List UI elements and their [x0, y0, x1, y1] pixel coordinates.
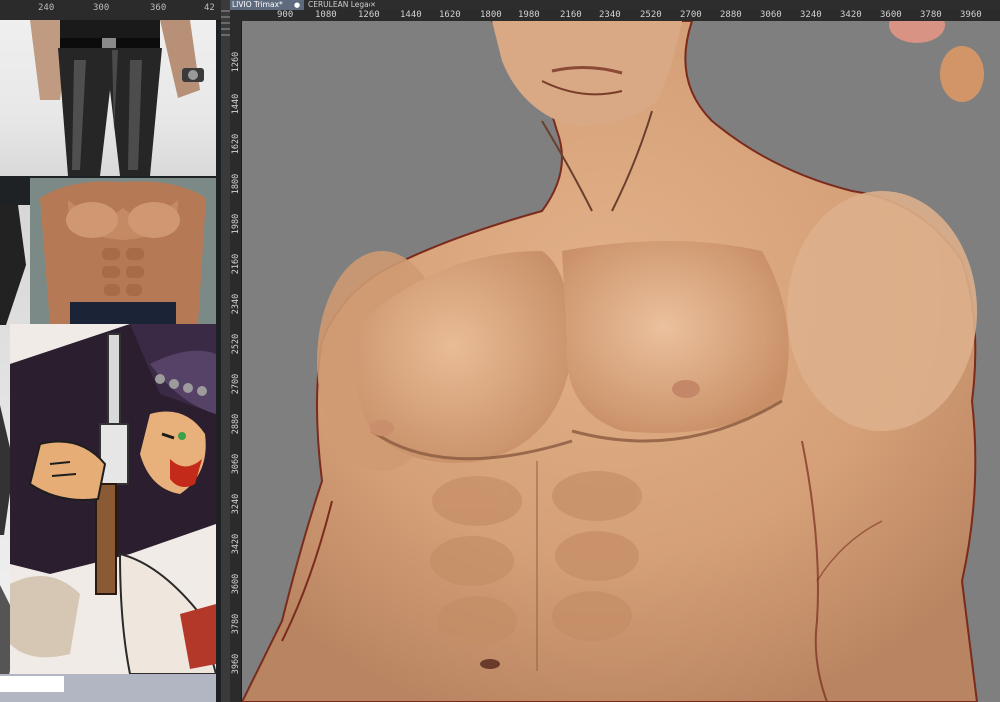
ruler-label: 3060	[231, 453, 241, 475]
ruler-label: 3780	[920, 10, 942, 20]
ruler-label: 42	[204, 3, 215, 13]
ruler-label: 2880	[720, 10, 742, 20]
splitter-grip	[221, 16, 230, 18]
tab-label: LIVIO Trimax*	[232, 0, 283, 9]
ruler-label: 2520	[640, 10, 662, 20]
ruler-label: 3600	[880, 10, 902, 20]
ruler-label: 2340	[231, 293, 241, 315]
vertical-ruler: 1260 1440 1620 1800 1980 2160 2340 2520 …	[230, 21, 242, 702]
tab-cerulean-legacy[interactable]: CERULEAN Legacy ✕	[306, 0, 382, 10]
ruler-label: 1260	[358, 10, 380, 20]
ruler-label: 1980	[231, 213, 241, 235]
illustration-torso	[242, 21, 984, 702]
color-swatch[interactable]	[889, 21, 945, 43]
ruler-label: 1800	[480, 10, 502, 20]
ruler-label: 1440	[231, 93, 241, 115]
ruler-label: 240	[38, 3, 55, 13]
ruler-label: 1080	[315, 10, 337, 20]
ruler-label: 2160	[560, 10, 582, 20]
reference-image-anime[interactable]	[10, 324, 216, 674]
reference-ruler: 240 300 360 42	[0, 0, 222, 21]
ruler-label: 2700	[680, 10, 702, 20]
tab-label: CERULEAN Legacy	[308, 0, 370, 9]
ruler-label: 3240	[231, 493, 241, 515]
filled-dot-icon: ●	[294, 1, 301, 9]
ruler-label: 3960	[231, 653, 241, 675]
ruler-label: 2700	[231, 373, 241, 395]
splitter-grip	[221, 10, 230, 12]
ruler-label: 1980	[518, 10, 540, 20]
ruler-label: 3960	[960, 10, 982, 20]
ruler-label: 1440	[400, 10, 422, 20]
reference-image-abs[interactable]	[30, 178, 216, 324]
ruler-label: 1620	[231, 133, 241, 155]
color-swatch[interactable]	[940, 46, 984, 102]
splitter-grip	[221, 28, 230, 30]
ruler-label: 3420	[840, 10, 862, 20]
splitter-grip	[221, 34, 230, 36]
drawing-canvas[interactable]	[242, 21, 1000, 702]
ruler-label: 2160	[231, 253, 241, 275]
reference-panel[interactable]: 240 300 360 42	[0, 0, 222, 702]
ruler-label: 2520	[231, 333, 241, 355]
ruler-label: 3240	[800, 10, 822, 20]
close-icon[interactable]: ✕	[370, 0, 376, 10]
ruler-label: 3780	[231, 613, 241, 635]
ruler-label: 2340	[599, 10, 621, 20]
reference-image-leather-pants[interactable]	[0, 20, 216, 176]
splitter-grip	[221, 22, 230, 24]
ruler-label: 2880	[231, 413, 241, 435]
ruler-label: 300	[93, 3, 110, 13]
ruler-label: 3420	[231, 533, 241, 555]
ruler-label: 3600	[231, 573, 241, 595]
ruler-label: 3060	[760, 10, 782, 20]
ruler-label: 360	[150, 3, 167, 13]
reference-thumbnail-placeholder	[0, 676, 64, 692]
document-tab-bar: LIVIO Trimax* ● CERULEAN Legacy ✕	[230, 0, 1000, 10]
tab-livio-trimax[interactable]: LIVIO Trimax* ●	[230, 0, 304, 10]
ruler-label: 1800	[231, 173, 241, 195]
panel-splitter[interactable]	[221, 0, 230, 702]
ruler-label: 900	[277, 10, 294, 20]
ruler-label: 1260	[231, 51, 241, 73]
ruler-label: 1620	[439, 10, 461, 20]
